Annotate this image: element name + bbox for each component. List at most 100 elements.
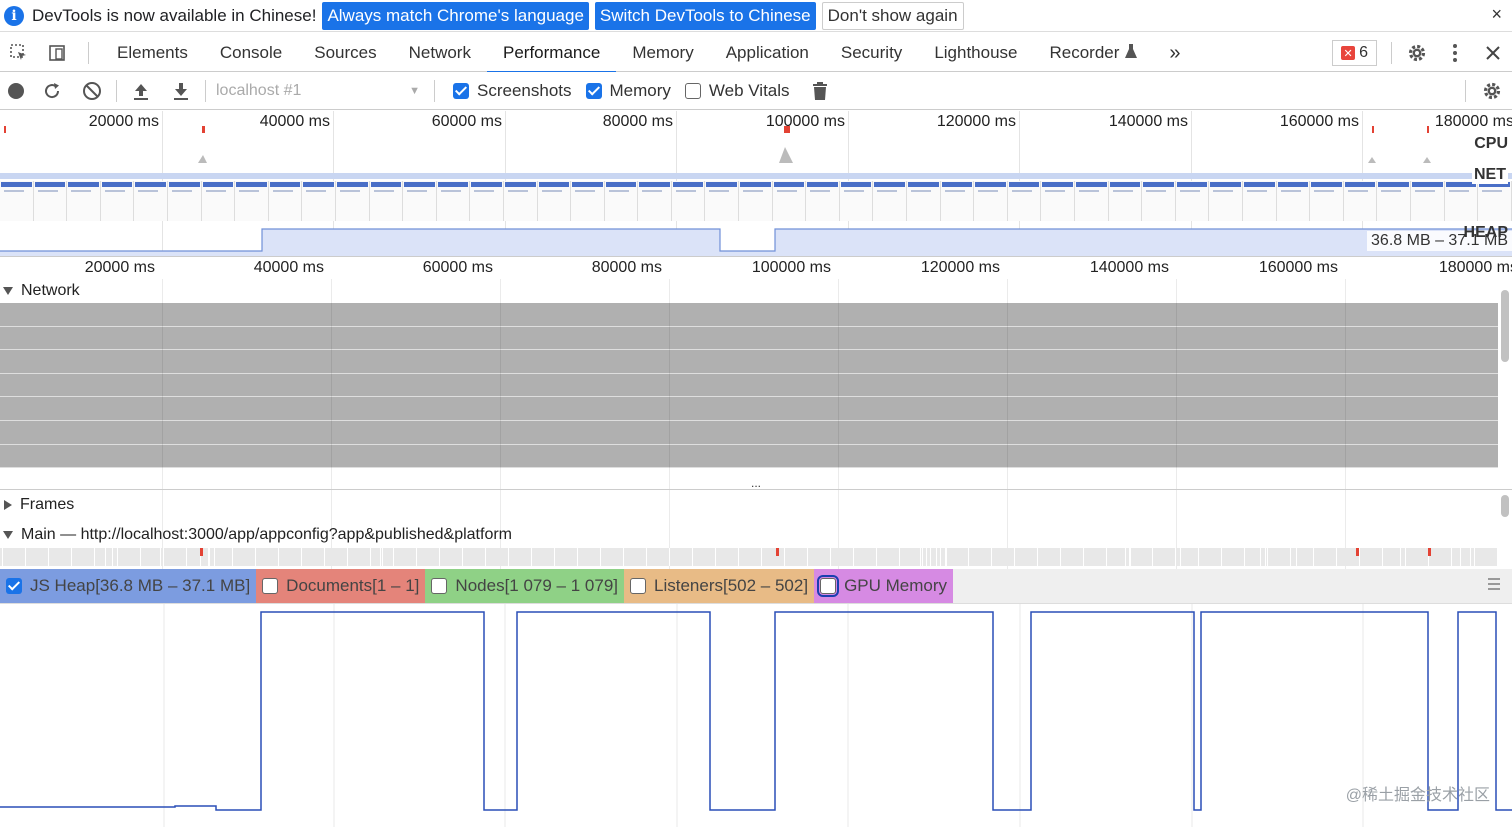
drag-handle-icon[interactable] bbox=[1488, 578, 1500, 593]
profile-select[interactable]: localhost #1 ▼ bbox=[210, 76, 430, 106]
counter-listeners[interactable]: Listeners[502 – 502] bbox=[624, 569, 815, 603]
screenshot-thumbnail[interactable] bbox=[470, 181, 504, 221]
screenshot-thumbnail[interactable] bbox=[1242, 181, 1277, 221]
js-heap-chart[interactable]: @稀土掘金技术社区 bbox=[0, 604, 1512, 827]
screenshot-thumbnail[interactable] bbox=[1276, 181, 1311, 221]
screenshot-thumbnail[interactable] bbox=[1478, 181, 1512, 221]
screenshot-thumbnail[interactable] bbox=[671, 181, 706, 221]
screenshot-thumbnail[interactable] bbox=[839, 181, 874, 221]
screenshot-thumbnail[interactable] bbox=[974, 181, 1008, 221]
screenshot-thumbnail[interactable] bbox=[1209, 181, 1243, 221]
web-vitals-checkbox[interactable]: Web Vitals bbox=[684, 81, 790, 101]
capture-settings-gear-icon[interactable] bbox=[1472, 72, 1512, 110]
frames-track-header[interactable]: Frames bbox=[0, 495, 74, 515]
network-request-row[interactable] bbox=[0, 397, 1498, 421]
tab-network[interactable]: Network bbox=[393, 34, 487, 72]
tab-lighthouse[interactable]: Lighthouse bbox=[918, 34, 1033, 72]
screenshot-thumbnail[interactable] bbox=[100, 181, 135, 221]
screenshot-thumbnail[interactable] bbox=[0, 181, 34, 221]
tab-performance[interactable]: Performance bbox=[486, 34, 617, 73]
close-devtools-icon[interactable] bbox=[1474, 34, 1512, 72]
screenshot-thumbnail[interactable] bbox=[1377, 181, 1411, 221]
load-profile-icon[interactable] bbox=[121, 72, 161, 110]
screenshot-thumbnail[interactable] bbox=[369, 181, 404, 221]
screenshot-thumbnail[interactable] bbox=[772, 181, 807, 221]
device-toolbar-icon[interactable] bbox=[38, 34, 76, 72]
network-request-row[interactable] bbox=[0, 444, 1498, 469]
record-button[interactable] bbox=[0, 72, 32, 110]
network-scrollbar[interactable] bbox=[1501, 290, 1509, 362]
screenshot-thumbnail[interactable] bbox=[33, 181, 68, 221]
counter-nodes[interactable]: Nodes[1 079 – 1 079] bbox=[425, 569, 624, 603]
screenshot-filmstrip[interactable] bbox=[0, 181, 1512, 223]
reload-record-icon[interactable] bbox=[32, 72, 72, 110]
save-profile-icon[interactable] bbox=[161, 72, 201, 110]
screenshots-checkbox[interactable]: Screenshots bbox=[453, 81, 572, 101]
more-options-icon[interactable] bbox=[1436, 34, 1474, 72]
network-request-row[interactable] bbox=[0, 303, 1498, 327]
network-request-row[interactable] bbox=[0, 420, 1498, 445]
dont-show-again-button[interactable]: Don't show again bbox=[821, 1, 964, 30]
screenshot-thumbnail[interactable] bbox=[907, 181, 941, 221]
tab-memory[interactable]: Memory bbox=[616, 34, 709, 72]
memory-checkbox[interactable]: Memory bbox=[585, 81, 671, 101]
clear-icon[interactable] bbox=[72, 72, 112, 110]
counter-documents[interactable]: Documents[1 – 1] bbox=[256, 569, 426, 603]
timeline-overview[interactable]: CPU NET 36.8 MB – 37.1 MB HEAP 20000 ms 4… bbox=[0, 111, 1512, 257]
screenshot-thumbnail[interactable] bbox=[1175, 181, 1210, 221]
screenshot-thumbnail[interactable] bbox=[1410, 181, 1445, 221]
screenshot-thumbnail[interactable] bbox=[1142, 181, 1176, 221]
screenshot-thumbnail[interactable] bbox=[1444, 181, 1479, 221]
screenshot-thumbnail[interactable] bbox=[739, 181, 773, 221]
tab-security[interactable]: Security bbox=[825, 34, 918, 72]
network-request-row[interactable] bbox=[0, 350, 1498, 374]
screenshot-thumbnail[interactable] bbox=[1041, 181, 1075, 221]
network-request-row[interactable] bbox=[0, 326, 1498, 351]
screenshot-thumbnail[interactable] bbox=[1007, 181, 1042, 221]
counter-js-heap[interactable]: JS Heap[36.8 MB – 37.1 MB] bbox=[0, 569, 257, 603]
track-resizer[interactable]: ... bbox=[0, 477, 1512, 490]
screenshot-thumbnail[interactable] bbox=[1343, 181, 1378, 221]
screenshot-thumbnail[interactable] bbox=[67, 181, 101, 221]
tab-console[interactable]: Console bbox=[204, 34, 298, 72]
network-track-rows[interactable] bbox=[0, 303, 1498, 481]
screenshot-thumbnail[interactable] bbox=[235, 181, 269, 221]
network-track-header[interactable]: Network bbox=[0, 281, 80, 301]
screenshot-thumbnail[interactable] bbox=[604, 181, 639, 221]
tab-application[interactable]: Application bbox=[710, 34, 825, 72]
screenshot-thumbnail[interactable] bbox=[638, 181, 672, 221]
tab-recorder[interactable]: Recorder bbox=[1034, 34, 1154, 72]
error-count-badge[interactable]: ✕ 6 bbox=[1332, 40, 1377, 66]
screenshot-thumbnail[interactable] bbox=[302, 181, 336, 221]
tab-elements[interactable]: Elements bbox=[101, 34, 204, 72]
main-thread-activity[interactable] bbox=[0, 548, 1498, 566]
flamechart-scrollbar[interactable] bbox=[1501, 495, 1509, 517]
counter-gpu-memory[interactable]: GPU Memory bbox=[814, 569, 954, 603]
screenshot-thumbnail[interactable] bbox=[403, 181, 437, 221]
always-match-language-button[interactable]: Always match Chrome's language bbox=[322, 1, 589, 30]
screenshot-thumbnail[interactable] bbox=[134, 181, 168, 221]
collect-garbage-icon[interactable] bbox=[800, 72, 840, 110]
screenshot-thumbnail[interactable] bbox=[1075, 181, 1109, 221]
screenshot-thumbnail[interactable] bbox=[1108, 181, 1143, 221]
screenshot-thumbnail[interactable] bbox=[705, 181, 740, 221]
screenshot-thumbnail[interactable] bbox=[201, 181, 236, 221]
screenshot-thumbnail[interactable] bbox=[503, 181, 538, 221]
screenshot-thumbnail[interactable] bbox=[436, 181, 471, 221]
screenshot-thumbnail[interactable] bbox=[1310, 181, 1344, 221]
network-request-row[interactable] bbox=[0, 373, 1498, 398]
switch-to-chinese-button[interactable]: Switch DevTools to Chinese bbox=[594, 1, 816, 30]
more-tabs-button[interactable]: » bbox=[1153, 34, 1196, 72]
settings-gear-icon[interactable] bbox=[1398, 34, 1436, 72]
screenshot-thumbnail[interactable] bbox=[873, 181, 908, 221]
close-infobar-icon[interactable]: × bbox=[1491, 4, 1502, 25]
screenshot-thumbnail[interactable] bbox=[268, 181, 303, 221]
screenshot-thumbnail[interactable] bbox=[335, 181, 370, 221]
inspect-element-icon[interactable] bbox=[0, 34, 38, 72]
screenshot-thumbnail[interactable] bbox=[167, 181, 202, 221]
screenshot-thumbnail[interactable] bbox=[806, 181, 840, 221]
screenshot-thumbnail[interactable] bbox=[537, 181, 572, 221]
main-track-header[interactable]: Main — http://localhost:3000/app/appconf… bbox=[0, 525, 512, 545]
screenshot-thumbnail[interactable] bbox=[940, 181, 975, 221]
screenshot-thumbnail[interactable] bbox=[571, 181, 605, 221]
